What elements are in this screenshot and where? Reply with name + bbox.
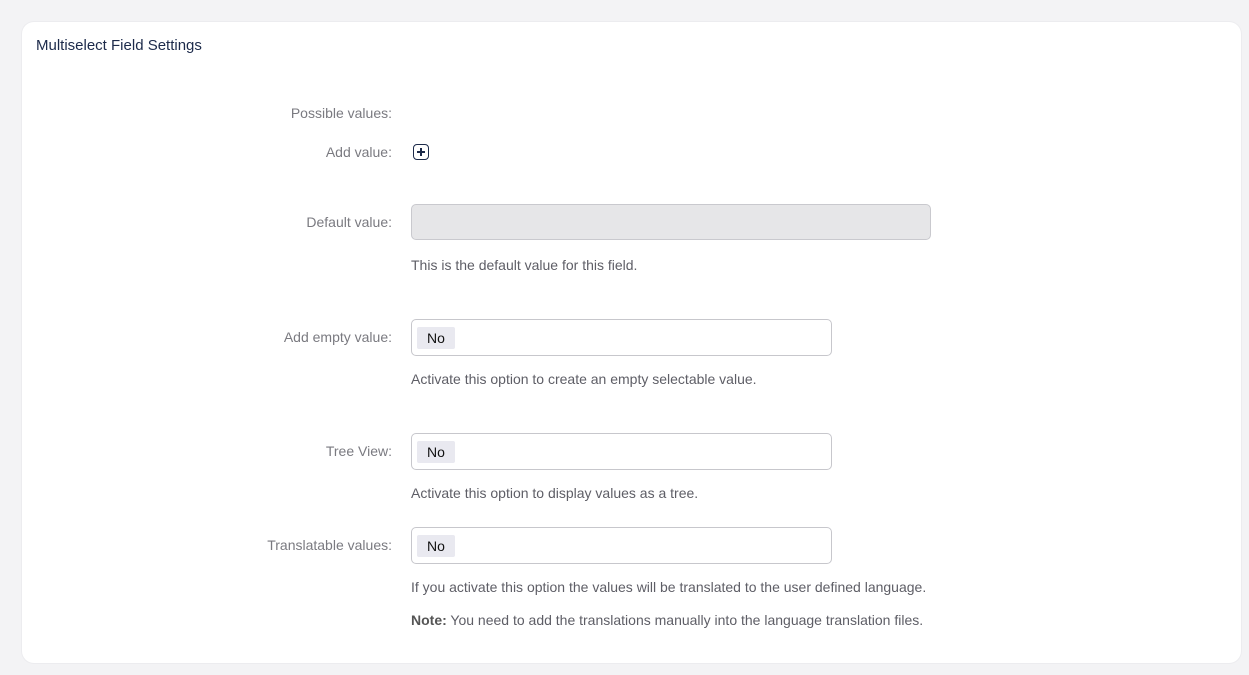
translatable-values-label: Translatable values:: [267, 537, 392, 553]
tree-view-label: Tree View:: [325, 443, 392, 459]
possible-values-label: Possible values:: [290, 105, 392, 121]
default-value-label: Default value:: [306, 214, 392, 230]
note-label: Note:: [411, 612, 447, 628]
translation-note: Note: You need to add the translations m…: [411, 612, 923, 628]
tree-view-help: Activate this option to display values a…: [411, 485, 699, 501]
tree-view-select[interactable]: No: [411, 433, 832, 470]
add-empty-value-select[interactable]: No: [411, 319, 832, 356]
translatable-values-select[interactable]: No: [411, 527, 832, 564]
card-title: Multiselect Field Settings: [36, 37, 202, 54]
note-text: You need to add the translations manuall…: [446, 612, 924, 628]
multiselect-settings-card: Multiselect Field Settings Possible valu…: [22, 22, 1241, 663]
default-value-input: [411, 204, 931, 240]
add-value-plus-icon[interactable]: [413, 144, 429, 160]
default-value-help: This is the default value for this field…: [411, 257, 638, 273]
translatable-values-help: If you activate this option the values w…: [411, 579, 927, 595]
tree-view-selected: No: [417, 441, 455, 463]
add-empty-value-label: Add empty value:: [283, 329, 392, 345]
translatable-values-selected: No: [417, 535, 455, 557]
add-value-label: Add value:: [325, 144, 392, 160]
add-empty-value-selected: No: [417, 327, 455, 349]
add-empty-value-help: Activate this option to create an empty …: [411, 371, 757, 387]
